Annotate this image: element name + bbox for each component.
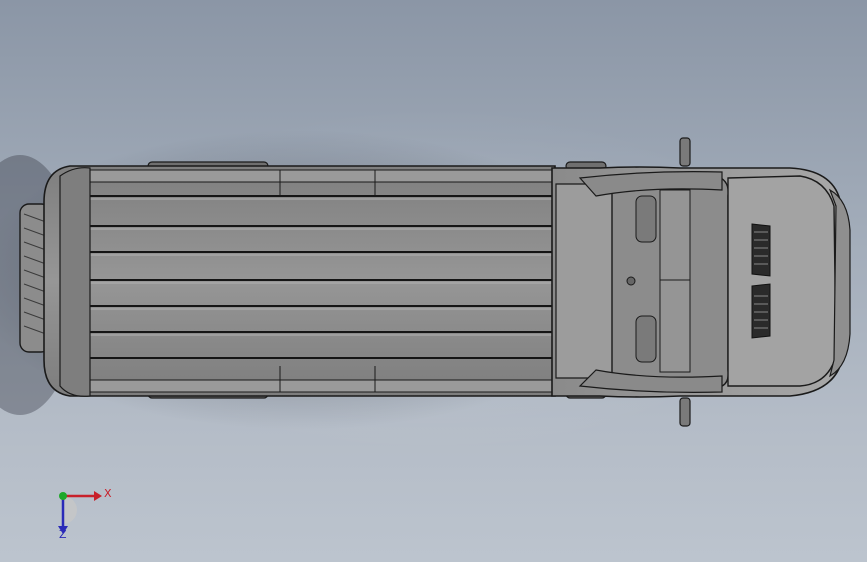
z-axis-label: Z <box>59 528 67 541</box>
x-axis-label: X <box>104 487 112 500</box>
van-model[interactable] <box>0 0 867 562</box>
hood <box>727 175 837 387</box>
3d-viewport[interactable]: X Z <box>0 0 867 562</box>
